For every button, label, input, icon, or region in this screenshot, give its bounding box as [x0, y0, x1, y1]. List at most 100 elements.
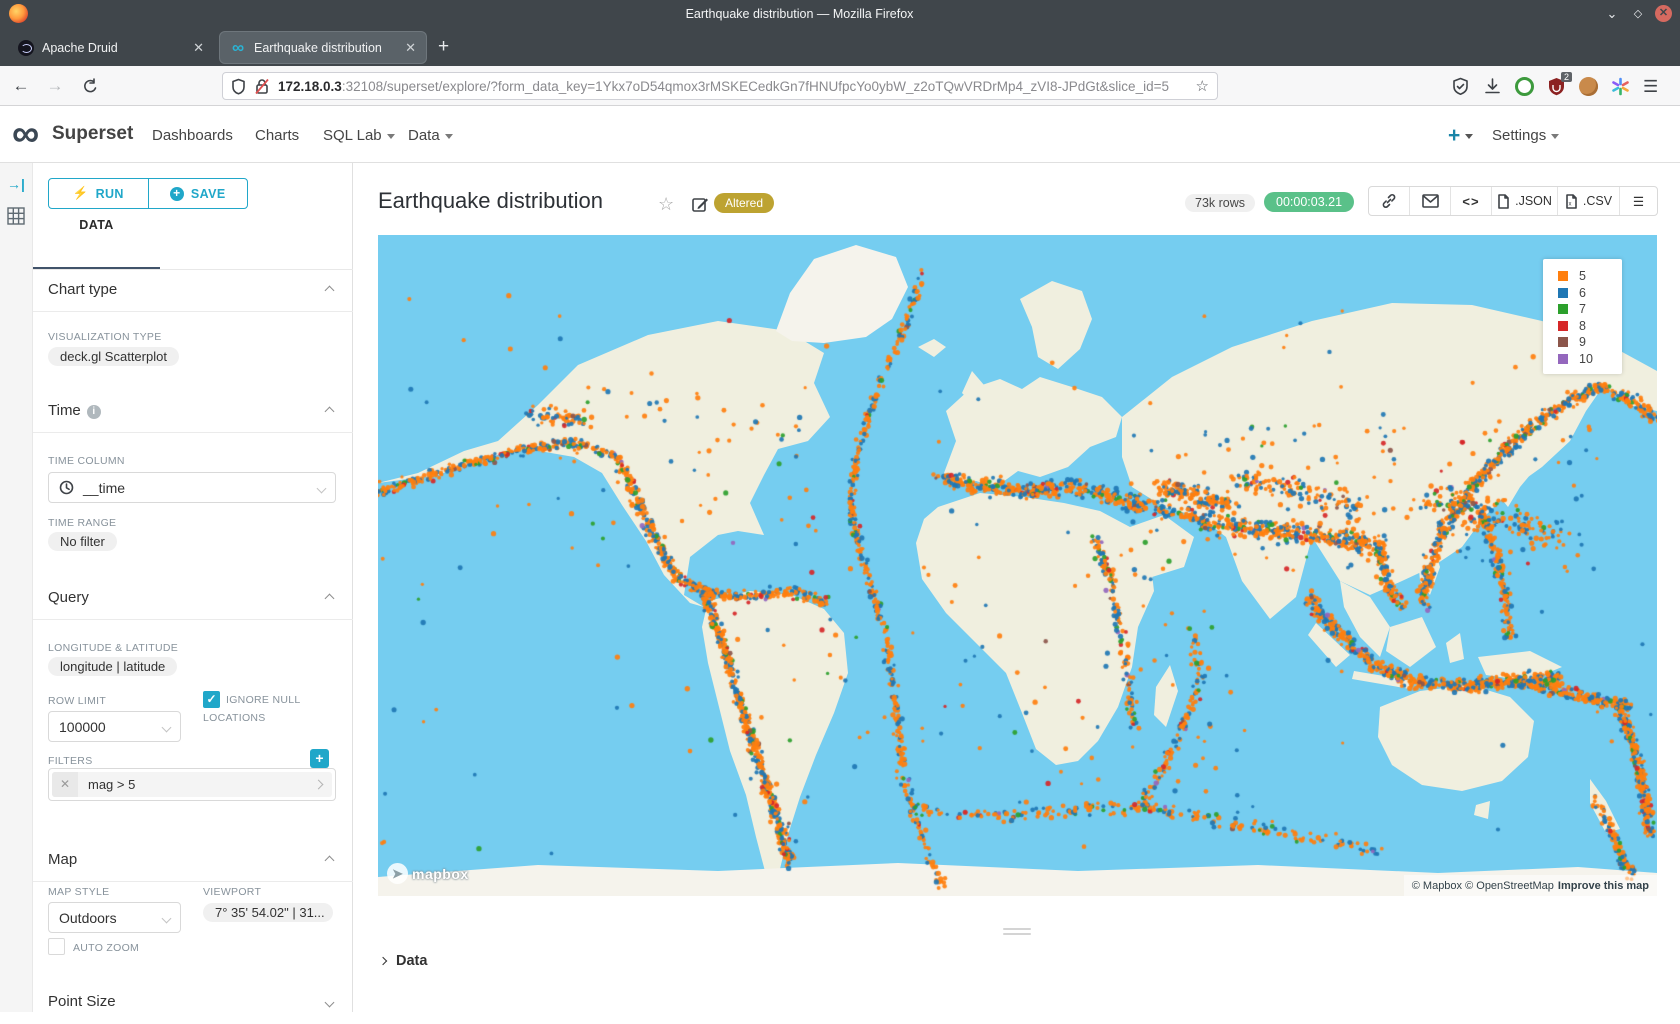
bookmark-star-icon[interactable]: ☆	[1196, 77, 1209, 95]
privacy-shield-icon[interactable]	[1451, 77, 1470, 96]
tracking-shield-icon[interactable]	[231, 78, 246, 95]
svg-text:x: x	[1568, 201, 1571, 207]
filter-value: mag > 5	[78, 777, 315, 792]
lonlat-value[interactable]: longitude | latitude	[48, 657, 177, 676]
download-icon[interactable]	[1483, 77, 1502, 96]
url-bar[interactable]: 172.18.0.3:32108/superset/explore/?form_…	[222, 72, 1218, 100]
caret-down-icon	[1551, 134, 1559, 139]
export-json-button[interactable]: .JSON	[1492, 187, 1558, 215]
run-button[interactable]: ⚡RUN	[49, 179, 148, 208]
time-range-label: TIME RANGE	[48, 517, 116, 529]
remove-filter-icon[interactable]: ✕	[52, 772, 78, 797]
nav-dashboards[interactable]: Dashboards	[152, 127, 233, 144]
chevron-down-icon	[317, 484, 327, 494]
resize-drag-handle[interactable]	[1003, 928, 1031, 938]
section-title: Map	[48, 851, 77, 868]
nav-sql-lab[interactable]: SQL Lab	[323, 127, 395, 144]
legend-entry[interactable]: 6	[1543, 285, 1622, 302]
embed-code-button[interactable]: <>	[1451, 187, 1492, 215]
row-limit-select[interactable]: 100000	[48, 711, 181, 742]
cookie-extension-icon[interactable]	[1579, 77, 1598, 96]
time-column-select[interactable]: __time	[48, 472, 336, 503]
legend-label: 7	[1579, 302, 1586, 316]
viz-type-label: VISUALIZATION TYPE	[48, 331, 162, 343]
lightning-icon: ⚡	[73, 186, 89, 201]
earthquake-scatter-layer	[378, 235, 1657, 896]
legend-entry[interactable]: 9	[1543, 334, 1622, 351]
section-map[interactable]: Map	[33, 840, 353, 882]
ignore-null-label-1: IGNORE NULL	[226, 694, 300, 706]
tab-data[interactable]: DATA	[33, 218, 160, 232]
chevron-down-icon	[162, 723, 172, 733]
browser-toolbar: ← → 172.18.0.3:32108/superset/explore/?f…	[0, 66, 1680, 106]
legend-label: 9	[1579, 335, 1586, 349]
maximize-icon[interactable]: ◇	[1625, 7, 1651, 20]
chart-menu-button[interactable]: ☰	[1620, 187, 1657, 215]
tab-close-icon[interactable]: ✕	[405, 40, 416, 56]
json-label: .JSON	[1515, 194, 1552, 208]
email-button[interactable]	[1410, 187, 1451, 215]
data-results-label: Data	[396, 953, 427, 969]
copy-link-button[interactable]	[1369, 187, 1410, 215]
time-column-value: __time	[83, 480, 125, 496]
legend-entry[interactable]: 7	[1543, 301, 1622, 318]
new-item-plus-button[interactable]: +	[1448, 124, 1473, 148]
viewport-value[interactable]: 7° 35' 54.02" | 31...	[203, 903, 333, 922]
nav-charts[interactable]: Charts	[255, 127, 299, 144]
viz-type-value[interactable]: deck.gl Scatterplot	[48, 347, 179, 366]
caret-down-icon	[1465, 134, 1473, 139]
section-time[interactable]: Timei	[33, 391, 353, 433]
legend-entry[interactable]: 5	[1543, 268, 1622, 285]
altered-badge[interactable]: Altered	[714, 193, 774, 213]
lonlat-label: LONGITUDE & LATITUDE	[48, 642, 178, 654]
chevron-up-icon	[325, 856, 335, 866]
superset-logo-icon[interactable]: ∞	[12, 112, 39, 156]
ignore-null-checkbox[interactable]: ✓	[203, 691, 220, 708]
section-query[interactable]: Query	[33, 578, 353, 620]
legend-entry[interactable]: 10	[1543, 351, 1622, 368]
add-filter-icon[interactable]: +	[310, 749, 329, 768]
tab-close-icon[interactable]: ✕	[193, 40, 204, 56]
pinwheel-extension-icon[interactable]	[1611, 77, 1630, 96]
filter-chip[interactable]: ✕ mag > 5	[52, 772, 332, 797]
improve-map-link[interactable]: Improve this map	[1558, 880, 1649, 892]
legend-entry[interactable]: 8	[1543, 318, 1622, 335]
window-titlebar: Earthquake distribution — Mozilla Firefo…	[0, 0, 1680, 27]
data-results-collapse[interactable]: Data	[380, 953, 427, 969]
filters-label: FILTERS	[48, 755, 93, 767]
superset-wordmark[interactable]: Superset	[52, 123, 133, 145]
legend-swatch	[1558, 288, 1568, 298]
chevron-down-icon	[325, 998, 335, 1008]
minimize-icon[interactable]: ⌄	[1599, 6, 1625, 22]
collapse-panel-icon[interactable]: →|	[7, 176, 25, 192]
nav-data[interactable]: Data	[408, 127, 453, 144]
insecure-lock-icon[interactable]	[254, 78, 270, 95]
url-text: 172.18.0.3:32108/superset/explore/?form_…	[278, 79, 1190, 94]
forward-icon[interactable]: →	[38, 76, 72, 96]
time-range-value[interactable]: No filter	[48, 532, 117, 551]
refresh-icon[interactable]	[72, 77, 106, 95]
settings-menu[interactable]: Settings	[1492, 127, 1559, 144]
back-icon[interactable]: ←	[4, 76, 38, 96]
ublock-shield-icon[interactable]: 2	[1547, 77, 1566, 96]
deckgl-scatter-map[interactable]: 567 89 10 ➤ mapbox © Mapbox © OpenStreetMa…	[378, 235, 1657, 896]
export-csv-button[interactable]: x.CSV	[1558, 187, 1620, 215]
mapbox-logo[interactable]: ➤ mapbox	[387, 863, 469, 884]
row-count-badge: 73k rows	[1185, 194, 1255, 212]
auto-zoom-checkbox[interactable]	[48, 938, 65, 955]
tab-earthquake-distribution[interactable]: ∞ Earthquake distribution ✕	[220, 32, 426, 63]
section-chart-type[interactable]: Chart type	[33, 270, 353, 312]
edit-pencil-icon[interactable]	[692, 196, 709, 213]
green-extension-icon[interactable]	[1515, 77, 1534, 96]
save-button[interactable]: +SAVE	[148, 179, 248, 208]
new-tab-icon[interactable]: +	[438, 36, 449, 58]
section-point-size[interactable]: Point Size	[33, 982, 353, 1024]
hamburger-menu-icon[interactable]: ☰	[1643, 77, 1662, 96]
tab-apache-druid[interactable]: Apache Druid ✕	[8, 32, 214, 63]
close-icon[interactable]: ✕	[1655, 5, 1672, 22]
datasource-grid-icon[interactable]	[7, 207, 26, 226]
attribution-text[interactable]: © Mapbox © OpenStreetMap	[1412, 880, 1554, 892]
map-style-select[interactable]: Outdoors	[48, 902, 181, 933]
favorite-star-icon[interactable]: ☆	[658, 194, 674, 215]
caret-down-icon	[445, 134, 453, 139]
